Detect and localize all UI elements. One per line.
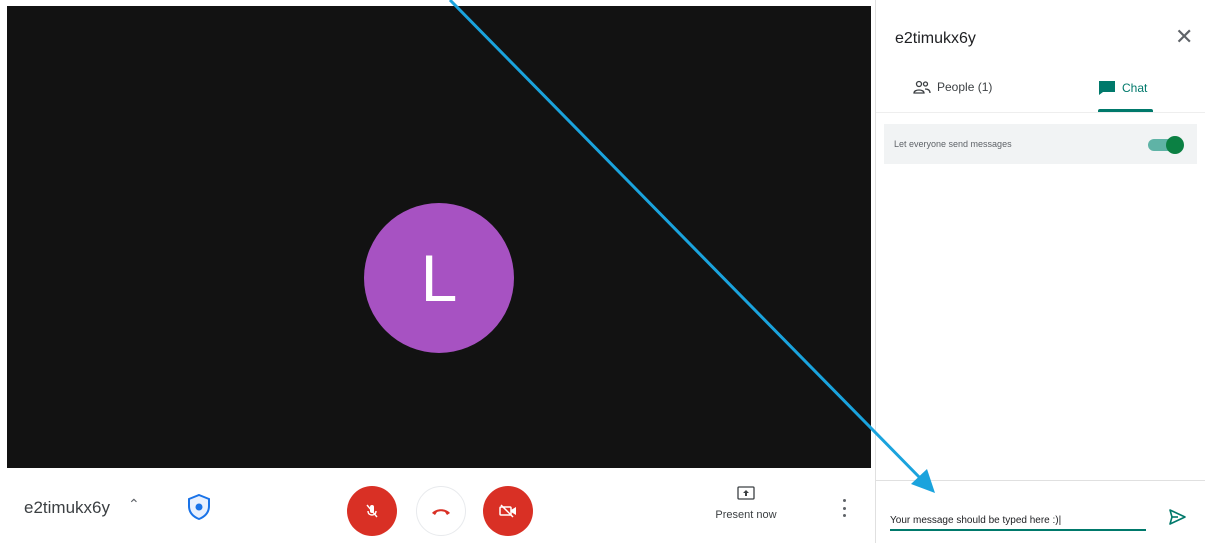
video-stage: L [7, 6, 871, 468]
mic-off-button[interactable] [347, 486, 397, 536]
meeting-code-label[interactable]: e2timukx6y [24, 498, 110, 518]
camera-off-icon [499, 504, 516, 518]
chat-permission-setting: Let everyone send messages [884, 124, 1197, 164]
more-options-icon[interactable] [838, 497, 850, 519]
phone-hangup-icon [432, 509, 450, 515]
chat-permission-label: Let everyone send messages [894, 139, 1012, 149]
tab-chat-label: Chat [1122, 81, 1148, 95]
send-icon[interactable] [1167, 507, 1187, 527]
mic-off-icon [366, 504, 378, 518]
tabs-divider [876, 112, 1205, 113]
tab-people[interactable]: People (1) [913, 80, 992, 94]
shield-icon[interactable] [188, 494, 210, 520]
compose-divider [876, 480, 1205, 481]
meet-window: L e2timukx6y ⌃ Present now e2timukx6y ✕ … [0, 0, 1205, 543]
participant-avatar: L [364, 203, 514, 353]
present-screen-icon [737, 486, 755, 500]
tab-chat[interactable]: Chat [1098, 80, 1147, 96]
chat-icon [1099, 81, 1115, 95]
call-controls-bar: e2timukx6y ⌃ Present now [0, 468, 873, 543]
present-now-label: Present now [715, 509, 777, 521]
close-icon[interactable]: ✕ [1175, 24, 1193, 50]
side-panel: e2timukx6y ✕ People (1) Chat Let everyon… [875, 0, 1205, 543]
tab-people-label: People (1) [937, 80, 993, 94]
camera-off-button[interactable] [483, 486, 533, 536]
message-input[interactable] [890, 505, 1146, 531]
leave-call-button[interactable] [416, 486, 466, 536]
chevron-up-icon[interactable]: ⌃ [128, 496, 140, 513]
present-now-button[interactable]: Present now [705, 486, 787, 521]
people-icon [913, 80, 931, 94]
toggle-knob[interactable] [1166, 136, 1184, 154]
panel-title: e2timukx6y [895, 30, 976, 47]
